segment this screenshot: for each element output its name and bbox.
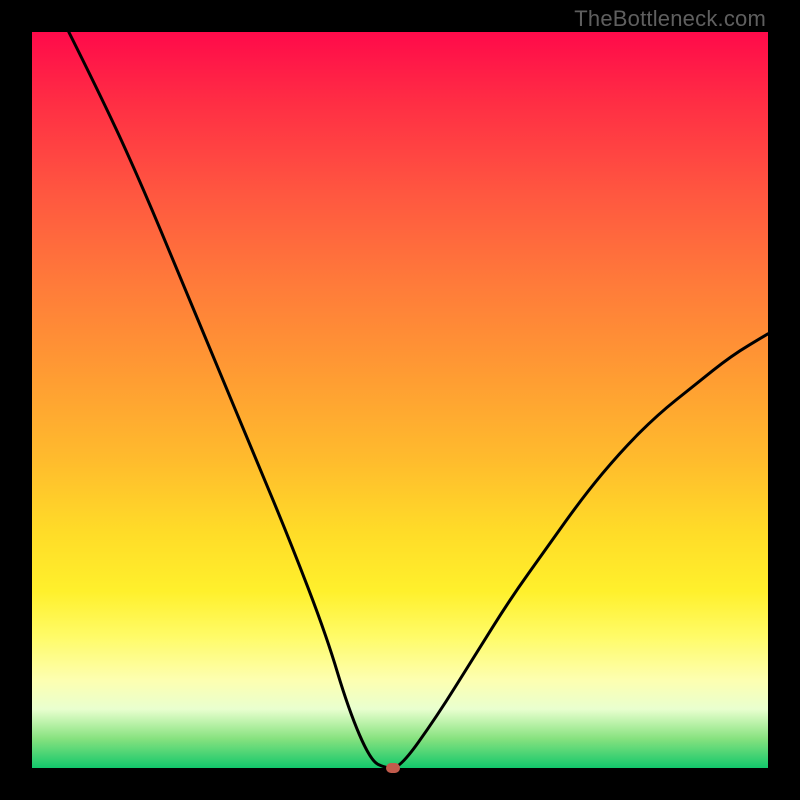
minimum-marker	[386, 763, 400, 773]
chart-frame: TheBottleneck.com	[0, 0, 800, 800]
watermark-text: TheBottleneck.com	[574, 6, 766, 32]
plot-area	[32, 32, 768, 768]
bottleneck-curve	[32, 32, 768, 768]
